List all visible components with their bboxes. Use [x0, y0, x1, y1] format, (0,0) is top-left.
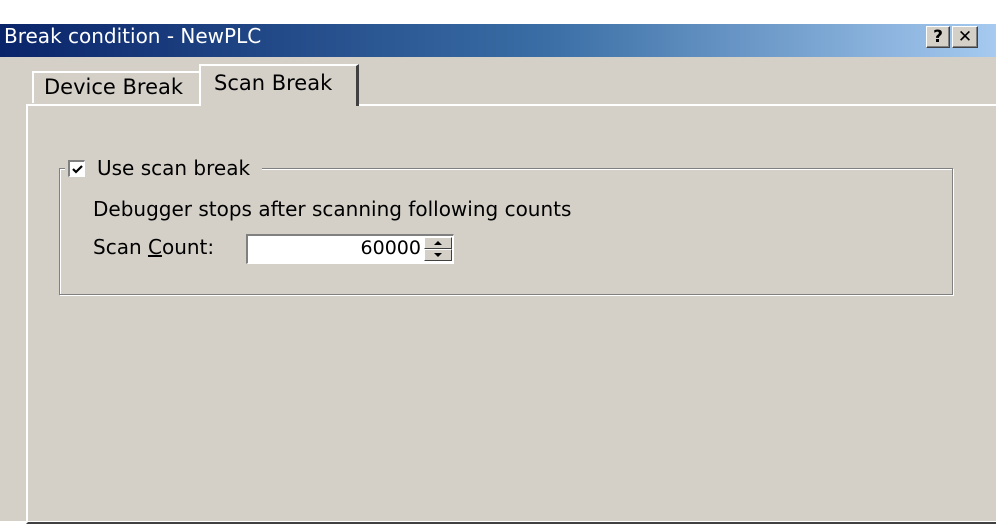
checkmark-icon: [72, 164, 83, 174]
window-title: Break condition - NewPLC: [4, 24, 262, 48]
tab-scan-break[interactable]: Scan Break: [199, 64, 359, 106]
spin-up-button[interactable]: [424, 237, 452, 249]
scan-count-label-suffix: ount:: [161, 235, 215, 259]
scan-count-spinbox[interactable]: 60000: [246, 234, 454, 264]
scan-break-description: Debugger stops after scanning following …: [93, 197, 572, 221]
help-button[interactable]: ?: [926, 26, 950, 48]
scan-count-input[interactable]: 60000: [361, 237, 421, 259]
title-bar[interactable]: Break condition - NewPLC ? ✕: [0, 24, 996, 57]
use-scan-break-label: Use scan break: [97, 156, 251, 180]
use-scan-break-checkbox[interactable]: [68, 159, 85, 177]
arrow-down-icon: [434, 253, 442, 257]
arrow-up-icon: [434, 241, 442, 245]
scan-count-label: Scan Count:: [93, 235, 214, 259]
break-condition-dialog: Break condition - NewPLC ? ✕ Device Brea…: [0, 24, 996, 524]
scan-break-group: [59, 168, 953, 295]
close-button[interactable]: ✕: [952, 26, 978, 48]
scan-count-label-prefix: Scan: [93, 235, 148, 259]
scan-count-label-mnemonic: C: [147, 235, 162, 259]
tab-device-break[interactable]: Device Break: [32, 71, 201, 103]
use-scan-break-checkbox-row[interactable]: Use scan break: [65, 154, 263, 182]
spin-down-button[interactable]: [424, 249, 452, 261]
